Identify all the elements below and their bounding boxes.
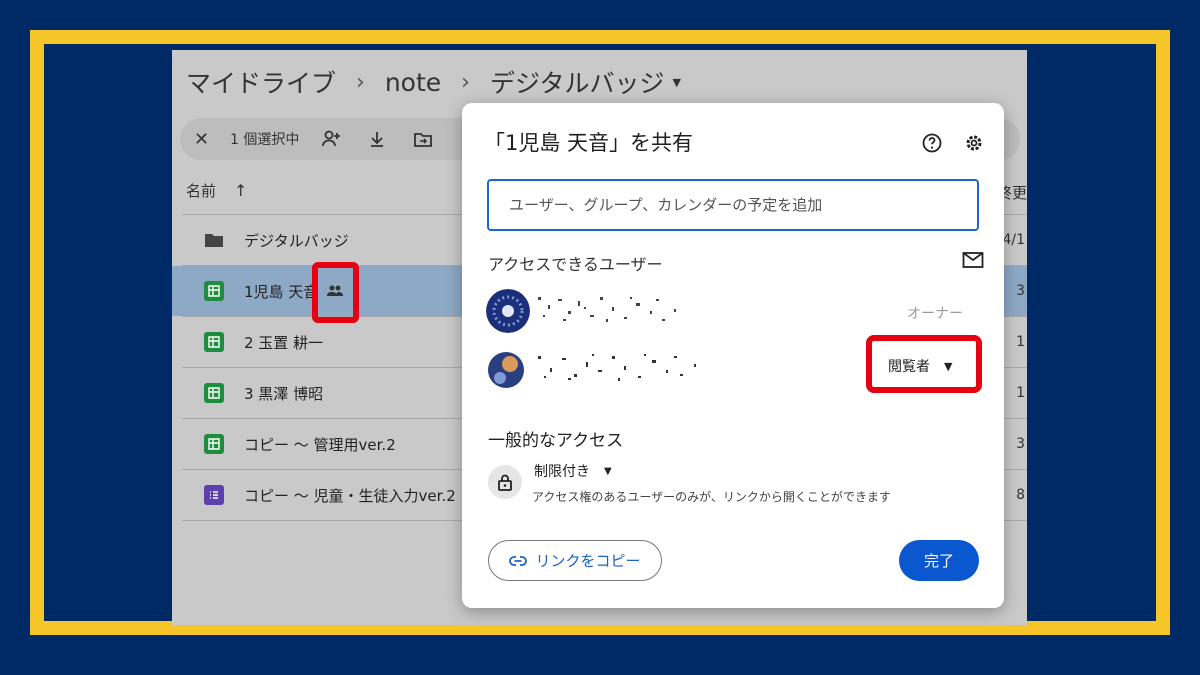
file-name: デジタルバッジ	[244, 231, 349, 250]
chevron-down-icon: ▼	[604, 465, 612, 477]
clear-selection-button[interactable]: ✕	[194, 129, 214, 150]
file-name: 1児島 天音	[244, 282, 319, 301]
sort-arrow-icon[interactable]: ↑	[234, 181, 247, 200]
file-date: 1	[1016, 385, 1025, 401]
chevron-down-icon[interactable]: ▼	[672, 76, 680, 89]
access-heading: アクセスできるユーザー	[488, 255, 663, 274]
share-dialog: 「1児島 天音」を共有 アクセスできるユーザー オーナー 閲覧者 ▼ 一般的なア…	[462, 103, 1004, 608]
breadcrumb: マイドライブ › note › デジタルバッジ ▼	[186, 62, 681, 102]
general-access-dropdown[interactable]: 制限付き ▼	[534, 461, 612, 481]
dialog-title: 「1児島 天音」を共有	[484, 131, 694, 155]
move-to-folder-icon[interactable]	[413, 129, 433, 149]
share-person-add-icon[interactable]	[321, 129, 341, 149]
forms-icon	[204, 485, 224, 505]
copy-link-label: リンクをコピー	[535, 552, 641, 570]
column-header-name[interactable]: 名前 ↑	[186, 180, 247, 201]
breadcrumb-root[interactable]: マイドライブ	[186, 64, 336, 100]
breadcrumb-folder[interactable]: note	[385, 68, 441, 97]
mail-icon[interactable]	[962, 251, 984, 269]
owner-role-label: オーナー	[907, 306, 963, 322]
general-access-heading: 一般的なアクセス	[488, 431, 624, 451]
avatar	[484, 348, 528, 392]
copy-link-button[interactable]: リンクをコピー	[488, 540, 662, 581]
breadcrumb-separator: ›	[356, 69, 365, 95]
file-date: 3	[1016, 436, 1025, 452]
file-name: コピー ～ 児童・生徒入力ver.2	[244, 486, 456, 505]
file-name: 3 黒澤 博昭	[244, 384, 324, 403]
redacted-name	[534, 348, 704, 384]
redacted-name	[534, 291, 684, 327]
avatar	[486, 289, 530, 333]
highlight-box	[312, 262, 359, 323]
download-icon[interactable]	[367, 129, 387, 149]
sheets-icon	[204, 281, 224, 301]
restriction-description: アクセス権のあるユーザーのみが、リンクから開くことができます	[532, 490, 891, 504]
file-name: 2 玉置 耕一	[244, 333, 324, 352]
file-date: 8	[1016, 487, 1025, 503]
name-label: 名前	[186, 182, 217, 200]
gear-icon[interactable]	[964, 133, 984, 153]
done-button[interactable]: 完了	[899, 540, 979, 581]
sheets-icon	[204, 434, 224, 454]
restriction-label: 制限付き	[534, 464, 590, 480]
breadcrumb-current[interactable]: デジタルバッジ	[490, 64, 665, 100]
add-people-input[interactable]	[487, 179, 979, 231]
file-date: 3	[1016, 283, 1025, 299]
file-date: 1	[1016, 334, 1025, 350]
file-name: コピー ～ 管理用ver.2	[244, 435, 396, 454]
link-icon	[509, 555, 528, 566]
sheets-icon	[204, 332, 224, 352]
sheets-icon	[204, 383, 224, 403]
lock-icon	[488, 465, 522, 499]
highlight-box	[866, 335, 982, 393]
help-icon[interactable]	[922, 133, 942, 153]
selection-count: 1 個選択中	[230, 132, 300, 148]
folder-icon	[205, 234, 223, 247]
breadcrumb-separator: ›	[461, 69, 470, 95]
